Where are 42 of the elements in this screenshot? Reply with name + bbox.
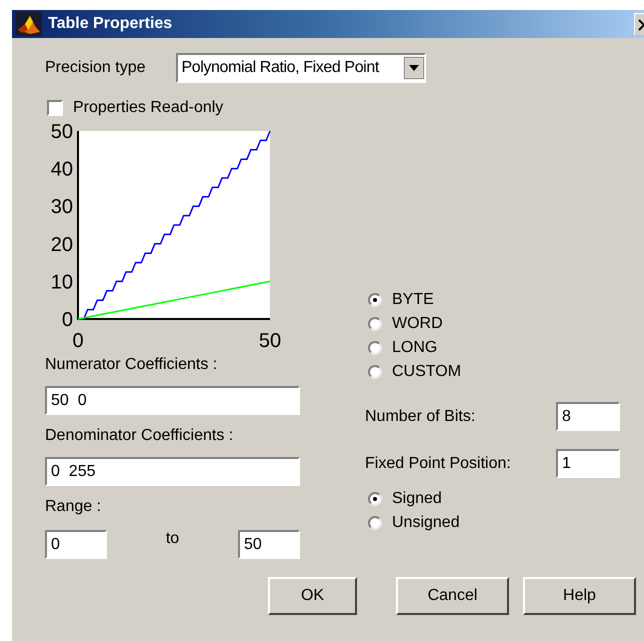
tick-label: 0: [72, 330, 84, 351]
dropdown-arrow-icon: [404, 57, 424, 79]
read-only-checkbox[interactable]: Properties Read-only: [47, 99, 224, 117]
input-field[interactable]: 0: [45, 530, 107, 559]
tick-label: 40: [50, 158, 73, 181]
input-field[interactable]: 8: [556, 402, 620, 431]
input-field[interactable]: 1: [556, 449, 620, 478]
tick-label: 20: [50, 234, 73, 256]
tick-label: 50: [258, 330, 282, 351]
dialog-button[interactable]: Cancel: [396, 577, 509, 615]
radio-button[interactable]: [368, 365, 382, 379]
input-field[interactable]: 0 255: [45, 457, 300, 486]
peak-icon: [16, 12, 42, 36]
radio-label: LONG: [392, 339, 438, 357]
field-label: Fixed Point Position:: [365, 454, 511, 472]
dialog-button[interactable]: Help: [523, 577, 636, 615]
radio-label: CUSTOM: [392, 363, 462, 381]
window-title: Table Properties: [48, 15, 174, 33]
tick-label: 10: [50, 271, 73, 294]
field-label: Range :: [45, 498, 102, 516]
range-separator: to: [166, 530, 180, 548]
tick-label: 0: [62, 309, 73, 331]
precision-dropdown[interactable]: Polynomial Ratio, Fixed Point: [176, 53, 426, 83]
tick-label: 30: [50, 196, 73, 218]
field-label: Numerator Coefficients :: [45, 356, 218, 374]
radio-label: Signed: [392, 490, 442, 508]
radio-button[interactable]: [368, 317, 382, 331]
radio-button[interactable]: [368, 492, 382, 506]
radio-label: BYTE: [392, 291, 434, 309]
radio-button[interactable]: [368, 293, 382, 307]
tick-label: 50: [50, 121, 73, 143]
radio-button[interactable]: [368, 516, 382, 530]
input-field[interactable]: 50: [238, 530, 300, 559]
radio-label: Unsigned: [392, 514, 460, 532]
field-label: Number of Bits:: [365, 408, 476, 426]
input-field[interactable]: 50 0: [45, 386, 300, 415]
field-label: Precision type: [45, 59, 146, 77]
close-button[interactable]: [634, 13, 644, 35]
radio-label: WORD: [392, 315, 443, 333]
field-label: Denominator Coefficients :: [45, 427, 234, 445]
radio-button[interactable]: [368, 341, 382, 355]
dialog-button[interactable]: OK: [268, 577, 357, 615]
